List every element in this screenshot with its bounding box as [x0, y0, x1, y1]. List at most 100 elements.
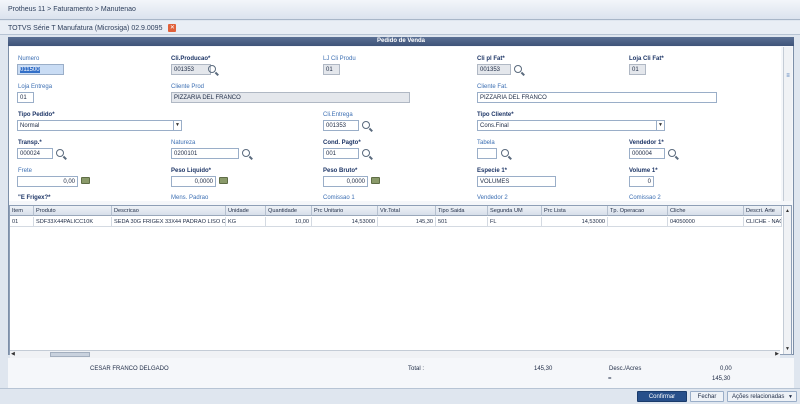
cli-producao-label: Cli.Producao*: [171, 56, 211, 62]
vendedor1-search-icon[interactable]: [668, 149, 676, 157]
table-cell[interactable]: 145,30: [378, 217, 436, 227]
frete-field[interactable]: 0,00: [17, 176, 78, 187]
customer-name: CESAR FRANCO DELGADO: [90, 366, 169, 372]
cli-pl-fat-search-icon[interactable]: [514, 65, 522, 73]
related-actions-button[interactable]: Ações relacionadas ▼: [727, 391, 797, 402]
especie1-field[interactable]: VOLUMES: [477, 176, 556, 187]
col-header[interactable]: Vlr.Total: [378, 206, 436, 216]
natureza-search-icon[interactable]: [242, 149, 250, 157]
table-cell[interactable]: CLICHE - NAO L: [744, 217, 782, 227]
cli-entrega-label: Cli.Entrega: [323, 112, 353, 118]
col-header[interactable]: Prc Lista: [542, 206, 608, 216]
total-label: Total :: [408, 366, 425, 372]
cli-producao-field[interactable]: 001353: [171, 64, 211, 75]
col-header[interactable]: Tipo Saida: [436, 206, 488, 216]
loja-entrega-label: Loja Entrega: [18, 84, 53, 90]
col-header[interactable]: Cliche: [668, 206, 744, 216]
col-header[interactable]: Descricao: [112, 206, 226, 216]
cli-entrega-search-icon[interactable]: [362, 121, 370, 129]
peso-liquido-field[interactable]: 0,0000: [171, 176, 216, 187]
scroll-up-icon[interactable]: ▲: [785, 208, 790, 214]
col-header[interactable]: Produto: [34, 206, 112, 216]
window-title: TOTVS Série T Manufatura (Microsiga) 02.…: [8, 24, 163, 32]
scroll-left-icon[interactable]: ◀: [11, 351, 15, 357]
loja-cli-fat-label: Loja Cli Fat*: [629, 56, 664, 62]
peso-bruto-field[interactable]: 0,0000: [323, 176, 368, 187]
lj-cli-prodo-field[interactable]: 01: [323, 64, 340, 75]
confirm-button[interactable]: Confirmar: [637, 391, 687, 402]
loja-cli-fat-field[interactable]: 01: [629, 64, 646, 75]
close-button[interactable]: Fechar: [690, 391, 724, 402]
chevron-down-icon[interactable]: ▼: [173, 121, 181, 130]
panel-title: Pedido de Venda: [8, 37, 794, 46]
col-header[interactable]: Descri. Arte: [744, 206, 782, 216]
col-header[interactable]: Quantidade: [266, 206, 312, 216]
cond-pagto-field[interactable]: 001: [323, 148, 359, 159]
col-header[interactable]: Segunda UM: [488, 206, 542, 216]
cliente-fat-field[interactable]: PIZZARIA DEL FRANCO: [477, 92, 717, 103]
loja-entrega-field[interactable]: 01: [17, 92, 34, 103]
scroll-indicator-icon: ≡: [786, 73, 790, 79]
volume1-field[interactable]: 0: [629, 176, 654, 187]
scroll-thumb[interactable]: [50, 352, 90, 357]
cli-pl-fat-field[interactable]: 001353: [477, 64, 511, 75]
scroll-down-icon[interactable]: ▼: [785, 346, 790, 352]
chevron-down-icon: ▼: [788, 394, 793, 400]
volume1-label: Volume 1*: [629, 168, 658, 174]
cli-pl-fat-label: Cli pl Fat*: [477, 56, 505, 62]
natureza-field[interactable]: 0200101: [171, 148, 239, 159]
natureza-label: Natureza: [171, 140, 196, 146]
mens-padrao-label: Mens. Padrao: [171, 195, 209, 201]
cliente-prod-field[interactable]: PIZZARIA DEL FRANCO: [171, 92, 410, 103]
scroll-right-icon[interactable]: ▶: [775, 351, 779, 357]
order-header-form: Numero 011500 Cli.Producao* 001353 LJ Cl…: [9, 47, 781, 201]
table-cell[interactable]: 04050000: [668, 217, 744, 227]
tipo-cliente-label: Tipo Cliente*: [477, 112, 514, 118]
col-header[interactable]: Prc Unitario: [312, 206, 378, 216]
tipo-pedido-select[interactable]: Normal ▼: [17, 120, 182, 131]
numero-field[interactable]: 011500: [17, 64, 64, 75]
tabela-field[interactable]: [477, 148, 497, 159]
frete-label: Frete: [18, 168, 33, 174]
chevron-down-icon[interactable]: ▼: [656, 121, 664, 130]
calculator-icon[interactable]: [371, 177, 380, 184]
tipo-pedido-label: Tipo Pedido*: [18, 112, 55, 118]
cli-producao-search-icon[interactable]: [208, 65, 216, 73]
table-cell[interactable]: 10,00: [266, 217, 312, 227]
cliente-prod-label: Cliente Prod: [171, 84, 205, 90]
col-header[interactable]: Item: [10, 206, 34, 216]
table-cell[interactable]: [608, 217, 668, 227]
close-window-icon[interactable]: ✕: [168, 24, 177, 32]
especie1-label: Especie 1*: [477, 168, 508, 174]
table-cell[interactable]: SEDA 30G FRIGEX 33X44 PADRAO LISO CO: [112, 217, 226, 227]
form-scrollbar[interactable]: ≡: [783, 47, 792, 201]
col-header[interactable]: Unidade: [226, 206, 266, 216]
grid-vertical-scrollbar[interactable]: ▲ ▼: [783, 206, 791, 354]
desc-acres-label: Desc./Acres: [609, 366, 642, 372]
vendedor2-label: Vendedor 2: [477, 195, 508, 201]
tabela-search-icon[interactable]: [501, 149, 509, 157]
transp-search-icon[interactable]: [56, 149, 64, 157]
totals-footer: CESAR FRANCO DELGADO Total : 145,30 Desc…: [8, 358, 794, 388]
table-cell[interactable]: 14,53000: [542, 217, 608, 227]
cli-entrega-field[interactable]: 001353: [323, 120, 359, 131]
col-header[interactable]: Tp. Operacao: [608, 206, 668, 216]
window-title-bar: TOTVS Série T Manufatura (Microsiga) 02.…: [0, 21, 800, 35]
calculator-icon[interactable]: [81, 177, 90, 184]
tipo-cliente-select[interactable]: Cons.Final ▼: [477, 120, 665, 131]
vendedor1-field[interactable]: 000004: [629, 148, 665, 159]
table-cell[interactable]: 501: [436, 217, 488, 227]
table-cell[interactable]: 01: [10, 217, 34, 227]
table-cell[interactable]: SDF33X44PALICC10K: [34, 217, 112, 227]
transp-field[interactable]: 000024: [17, 148, 53, 159]
tabela-label: Tabela: [477, 140, 495, 146]
cond-pagto-search-icon[interactable]: [362, 149, 370, 157]
grid-horizontal-scrollbar[interactable]: ◀ ▶: [10, 350, 780, 358]
table-cell[interactable]: FL: [488, 217, 542, 227]
items-grid: Item Produto Descricao Unidade Quantidad…: [9, 205, 792, 355]
calculator-icon[interactable]: [219, 177, 228, 184]
transp-label: Transp.*: [18, 140, 42, 146]
cond-pagto-label: Cond. Pagto*: [323, 140, 361, 146]
table-cell[interactable]: KG: [226, 217, 266, 227]
table-cell[interactable]: 14,53000: [312, 217, 378, 227]
